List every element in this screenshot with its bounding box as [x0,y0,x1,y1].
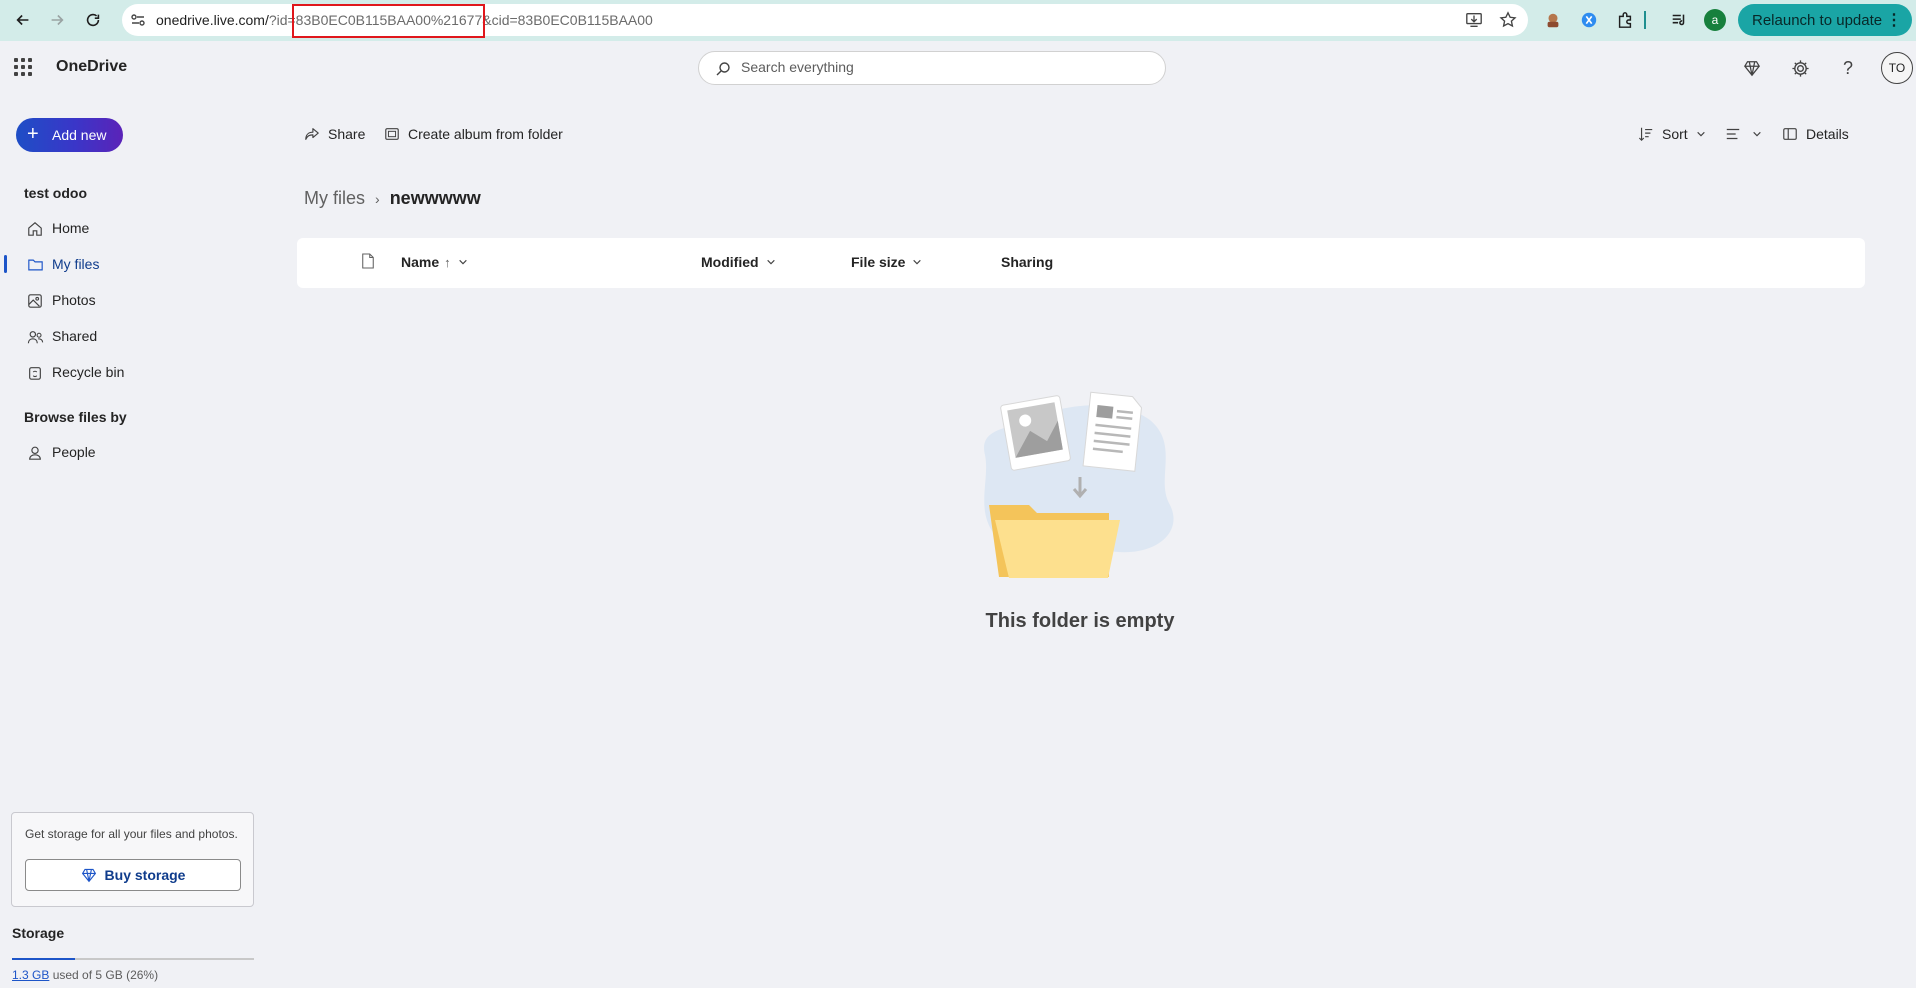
search-input[interactable] [741,59,1141,75]
sidebar-item-label: Recycle bin [52,364,125,380]
extension-avatar-icon[interactable] [1542,9,1564,31]
chevron-right-icon: › [375,190,380,207]
person-icon [26,444,44,462]
url-highlight-box [292,4,485,38]
add-new-button[interactable]: + Add new [16,118,123,152]
settings-gear-icon[interactable] [1788,56,1812,80]
empty-folder-message: This folder is empty [985,610,1175,632]
sort-label: Sort [1662,126,1688,142]
sort-icon [1638,127,1653,142]
home-icon [26,220,44,238]
sort-ascending-icon: ↑ [444,254,451,270]
details-button[interactable]: Details [1782,122,1849,146]
sidebar-item-label: Shared [52,328,98,344]
album-icon [385,128,399,140]
buy-storage-label: Buy storage [104,867,186,883]
file-list-header: Name ↑ Modified File size Sharing [297,238,1865,288]
chevron-down-icon [766,259,775,265]
list-view-icon [1726,128,1740,140]
sidebar-item-label: Home [52,220,90,236]
chevron-down-icon [1696,131,1705,137]
column-modified-label: Modified [701,254,759,270]
install-app-icon[interactable] [1464,10,1484,30]
forward-icon[interactable] [44,7,70,33]
diamond-icon [81,868,96,883]
extension-blue-icon[interactable] [1578,9,1600,31]
file-type-icon[interactable] [361,253,375,274]
breadcrumb: My files › newwwww [304,188,481,209]
more-menu-icon[interactable]: ⋮ [1886,10,1902,30]
site-info-icon[interactable] [130,12,146,28]
relaunch-button[interactable]: Relaunch to update ⋮ [1738,4,1912,36]
reload-icon[interactable] [80,7,106,33]
toolbar-divider [1644,11,1646,29]
storage-usage-text: 1.3 GB used of 5 GB (26%) [12,968,158,982]
premium-diamond-icon[interactable] [1740,56,1764,80]
empty-folder-illustration [984,391,1174,578]
create-album-button[interactable]: Create album from folder [384,122,563,146]
app-title[interactable]: OneDrive [56,58,127,76]
storage-promo-card: Get storage for all your files and photo… [11,812,254,907]
buy-storage-button[interactable]: Buy storage [25,859,241,891]
bookmark-star-icon[interactable] [1498,10,1518,30]
column-header-sharing[interactable]: Sharing [1001,254,1053,270]
storage-heading: Storage [12,925,65,941]
column-name-label: Name [401,254,440,270]
column-header-name[interactable]: Name ↑ [401,254,468,270]
create-album-label: Create album from folder [408,126,563,142]
browse-files-by-heading: Browse files by [24,409,127,425]
media-control-icon[interactable] [1668,9,1690,31]
breadcrumb-current-folder[interactable]: newwwww [390,188,481,209]
sidebar-item-shared[interactable]: Shared [0,319,260,353]
sidebar-item-recycle-bin[interactable]: Recycle bin [0,355,260,389]
share-icon [305,128,319,140]
sidebar-item-label: People [52,444,96,460]
column-file-size-label: File size [851,254,906,270]
sidebar-item-my-files[interactable]: My files [0,247,260,281]
chevron-down-icon [1753,131,1761,137]
storage-promo-text: Get storage for all your files and photo… [25,827,238,841]
sidebar-item-people[interactable]: People [0,435,260,469]
storage-used-link[interactable]: 1.3 GB [12,968,49,982]
people-icon [26,328,44,346]
sort-button[interactable]: Sort [1638,122,1714,146]
search-box[interactable] [698,51,1166,85]
storage-progress-fill [12,958,75,960]
browser-toolbar: onedrive.live.com/?id=83B0EC0B115BAA00%2… [0,0,1916,41]
storage-used-suffix: used of 5 GB (26%) [52,968,159,982]
share-label: Share [328,126,366,142]
storage-progress-bar [12,958,254,960]
details-pane-icon [1783,128,1797,140]
plus-icon: + [27,123,39,145]
sidebar-item-label: Photos [52,292,96,308]
view-options-button[interactable] [1724,122,1770,146]
sidebar-item-photos[interactable]: Photos [0,283,260,317]
recycle-bin-icon [26,364,44,382]
help-icon[interactable]: ? [1836,56,1860,80]
share-button[interactable]: Share [304,122,365,146]
app-launcher-icon[interactable] [14,58,32,76]
details-label: Details [1806,126,1849,142]
photo-icon [26,292,44,310]
app-header: OneDrive ? TO [0,41,1916,95]
folder-icon [26,256,44,274]
column-header-file-size[interactable]: File size [851,254,922,270]
sidebar-item-home[interactable]: Home [0,211,260,245]
extensions-puzzle-icon[interactable] [1614,9,1636,31]
user-avatar[interactable]: TO [1881,52,1913,84]
back-icon[interactable] [10,7,36,33]
add-new-label: Add new [52,127,107,143]
sidebar-item-label: My files [52,256,100,272]
chevron-down-icon [913,259,922,265]
profile-avatar[interactable]: a [1704,9,1726,31]
column-header-modified[interactable]: Modified [701,254,776,270]
column-sharing-label: Sharing [1001,254,1054,270]
account-name: test odoo [24,185,87,201]
chevron-down-icon [458,259,467,265]
search-icon [716,62,730,76]
breadcrumb-my-files[interactable]: My files [304,188,365,209]
relaunch-label: Relaunch to update [1752,11,1883,29]
